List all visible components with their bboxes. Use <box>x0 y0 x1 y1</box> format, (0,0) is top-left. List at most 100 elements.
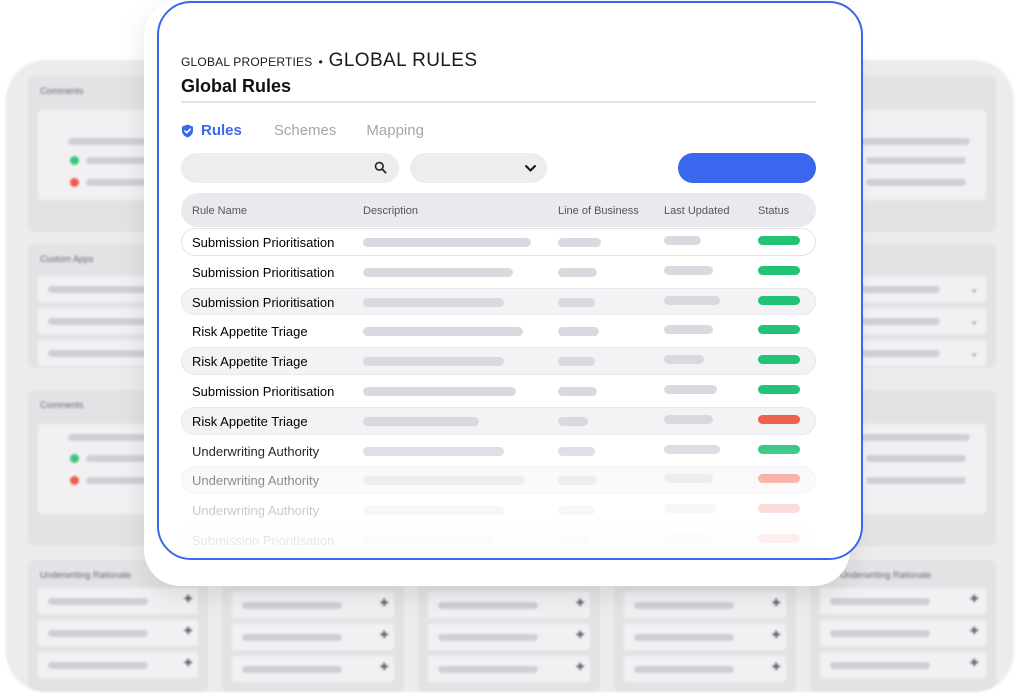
tab-label: Schemes <box>273 122 337 139</box>
line-of-business-placeholder <box>558 416 588 426</box>
green-dot <box>70 156 79 165</box>
status-badge <box>758 295 800 305</box>
last-updated-placeholder <box>664 236 701 245</box>
shield-check-icon <box>182 124 193 137</box>
last-updated-placeholder <box>664 414 713 424</box>
chevron-down-icon <box>525 165 536 172</box>
last-updated-placeholder <box>664 355 704 365</box>
table-row[interactable]: Submission Prioritisation <box>181 525 816 555</box>
column-header-last-updated[interactable]: Last Updated <box>664 205 729 217</box>
status-badge <box>758 384 800 394</box>
description-placeholder <box>363 327 523 337</box>
line-of-business-placeholder <box>558 476 597 486</box>
line-of-business-placeholder <box>558 506 595 516</box>
status-badge <box>758 355 800 365</box>
description-placeholder <box>363 446 504 456</box>
rule-name-cell[interactable]: Underwriting Authority <box>192 444 319 459</box>
line-of-business-placeholder <box>558 535 591 545</box>
table-row[interactable]: Underwriting Authority <box>181 465 816 495</box>
status-badge <box>758 533 800 543</box>
line-of-business-placeholder <box>558 327 599 337</box>
table-row[interactable]: Submission Prioritisation <box>181 287 816 317</box>
search-icon[interactable] <box>374 161 387 174</box>
status-badge <box>758 236 800 245</box>
status-badge <box>758 444 800 454</box>
table-row[interactable]: Risk Appetite Triage <box>181 406 816 436</box>
line-of-business-placeholder <box>558 267 597 277</box>
description-placeholder <box>363 386 516 396</box>
last-updated-placeholder <box>664 504 717 514</box>
description-placeholder <box>363 297 504 307</box>
last-updated-placeholder <box>664 474 713 484</box>
tab-mapping[interactable]: Mapping <box>366 122 424 139</box>
tab-schemes[interactable]: Schemes <box>274 122 337 139</box>
description-placeholder <box>363 535 493 545</box>
line-of-business-placeholder <box>558 238 601 247</box>
description-placeholder <box>363 476 525 486</box>
table-row[interactable]: Risk Appetite Triage <box>181 346 816 376</box>
search-input[interactable] <box>181 153 399 183</box>
bg-panel-title: Comments <box>40 86 84 96</box>
table-row[interactable]: Submission Prioritisation <box>181 376 816 406</box>
line-of-business-placeholder <box>558 386 597 396</box>
rule-name-cell[interactable]: Risk Appetite Triage <box>192 354 308 369</box>
description-placeholder <box>363 506 504 516</box>
last-updated-placeholder <box>664 384 717 394</box>
column-header-status[interactable]: Status <box>758 205 789 217</box>
rule-name-cell[interactable]: Risk Appetite Triage <box>192 324 308 339</box>
global-rules-card: GLOBAL PROPERTIES • GLOBAL RULES Global … <box>157 1 863 560</box>
rule-name-cell[interactable]: Submission Prioritisation <box>192 295 334 310</box>
bg-rationale-panel-3: ✚ ✚ ✚ <box>418 580 600 692</box>
table-row[interactable]: Underwriting Authority <box>181 436 816 466</box>
bg-rationale-panel-4: ✚ ✚ ✚ <box>614 580 796 692</box>
rule-name-cell[interactable]: Submission Prioritisation <box>192 384 334 399</box>
table-row[interactable]: Submission Prioritisation <box>181 227 816 257</box>
bg-rationale-panel-5: Underwriting Rationale ✚ ✚ ✚ <box>810 560 996 692</box>
rules-table: Rule Name Description Line of Business L… <box>181 193 816 555</box>
rule-name-cell[interactable]: Submission Prioritisation <box>192 533 334 548</box>
filter-dropdown[interactable] <box>410 153 547 183</box>
rule-name-cell[interactable]: Underwriting Authority <box>192 473 319 488</box>
bg-rationale-panel-2: ✚ ✚ ✚ <box>222 580 404 692</box>
description-placeholder <box>363 267 513 277</box>
table-body: Submission Prioritisation Submission Prio… <box>181 227 816 555</box>
table-row[interactable]: Risk Appetite Triage <box>181 316 816 346</box>
last-updated-placeholder <box>664 325 713 335</box>
column-header-description[interactable]: Description <box>363 205 418 217</box>
breadcrumb-separator: • <box>318 55 323 69</box>
last-updated-placeholder <box>664 265 713 275</box>
breadcrumb-parent[interactable]: GLOBAL PROPERTIES <box>181 55 312 69</box>
primary-action-button[interactable] <box>678 153 816 183</box>
breadcrumb-current: GLOBAL RULES <box>328 50 478 71</box>
tab-label: Mapping <box>366 122 424 139</box>
last-updated-placeholder <box>664 295 720 305</box>
table-row[interactable]: Underwriting Authority <box>181 495 816 525</box>
column-header-rule-name[interactable]: Rule Name <box>192 205 247 217</box>
rule-name-cell[interactable]: Submission Prioritisation <box>192 235 334 250</box>
tab-bar: Rules Schemes Mapping <box>181 122 454 139</box>
breadcrumb: GLOBAL PROPERTIES • GLOBAL RULES <box>181 50 477 72</box>
status-badge <box>758 414 800 424</box>
status-badge <box>758 504 800 514</box>
description-placeholder <box>363 238 531 247</box>
last-updated-placeholder <box>664 444 720 454</box>
tab-label: Rules <box>201 122 242 139</box>
page-title: Global Rules <box>181 76 292 96</box>
line-of-business-placeholder <box>558 446 595 456</box>
tab-rules[interactable]: Rules <box>181 122 242 139</box>
status-badge <box>758 474 800 484</box>
description-placeholder <box>363 357 504 367</box>
table-row[interactable]: Submission Prioritisation <box>181 257 816 287</box>
table-header: Rule Name Description Line of Business L… <box>181 193 816 227</box>
rule-name-cell[interactable]: Submission Prioritisation <box>192 265 334 280</box>
status-badge <box>758 265 800 275</box>
rule-name-cell[interactable]: Risk Appetite Triage <box>192 414 308 429</box>
rule-name-cell[interactable]: Underwriting Authority <box>192 503 319 518</box>
red-dot <box>70 178 79 187</box>
description-placeholder <box>363 416 479 426</box>
status-badge <box>758 325 800 335</box>
last-updated-placeholder <box>664 533 713 543</box>
line-of-business-placeholder <box>558 357 595 367</box>
column-header-line-of-business[interactable]: Line of Business <box>558 205 639 217</box>
line-of-business-placeholder <box>558 297 595 307</box>
